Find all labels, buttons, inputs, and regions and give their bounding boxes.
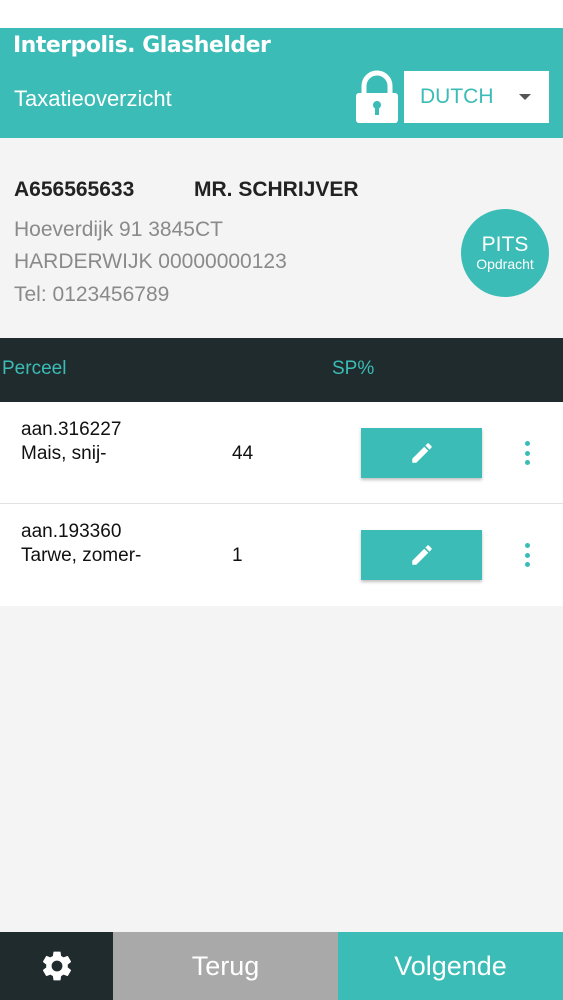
pits-label: PITS [481,233,529,256]
client-name: MR. SCHRIJVER [194,178,359,201]
parcel-sp: 1 [232,545,243,566]
lock-icon[interactable] [354,70,400,124]
back-button[interactable]: Terug [113,932,338,1000]
chevron-down-icon [519,94,531,100]
table-header: Perceel SP% [0,338,563,402]
more-vertical-icon[interactable] [516,438,538,468]
edit-button[interactable] [361,530,482,580]
page-title: Taxatieoverzicht [14,86,172,111]
bottom-bar: Terug Volgende [0,932,563,1000]
client-info: A656565633 MR. SCHRIJVER Hoeverdijk 91 3… [0,138,563,338]
column-header-sp: SP% [332,358,375,379]
claim-id: A656565633 [14,178,135,201]
brand-logo: Interpolis. Glashelder [13,33,271,58]
language-value: DUTCH [420,85,494,108]
parcel-code: aan.316227 [21,419,122,440]
parcel-list: aan.316227 Mais, snij- 44 aan.193360 Tar… [0,402,563,606]
pits-order-button[interactable]: PITS Opdracht [461,209,549,297]
parcel-code: aan.193360 [21,521,122,542]
parcel-crop: Mais, snij- [21,443,107,464]
phone-number: Tel: 0123456789 [14,283,170,306]
settings-button[interactable] [0,932,113,1000]
language-select[interactable]: DUTCH [404,71,549,123]
table-row: aan.193360 Tarwe, zomer- 1 [0,504,563,606]
table-row: aan.316227 Mais, snij- 44 [0,402,563,504]
address-line-1: Hoeverdijk 91 3845CT [14,218,223,241]
pencil-icon [411,545,432,565]
pencil-icon [411,443,432,463]
edit-button[interactable] [361,428,482,478]
more-vertical-icon[interactable] [516,540,538,570]
parcel-crop: Tarwe, zomer- [21,545,142,566]
gear-icon [42,951,71,981]
parcel-sp: 44 [232,443,254,464]
status-bar [0,0,563,28]
app-header: Interpolis. Glashelder Taxatieoverzicht … [0,28,563,138]
address-line-2: HARDERWIJK 00000000123 [14,250,287,273]
pits-sublabel: Opdracht [476,256,534,272]
column-header-perceel: Perceel [2,358,67,379]
next-button[interactable]: Volgende [338,932,563,1000]
